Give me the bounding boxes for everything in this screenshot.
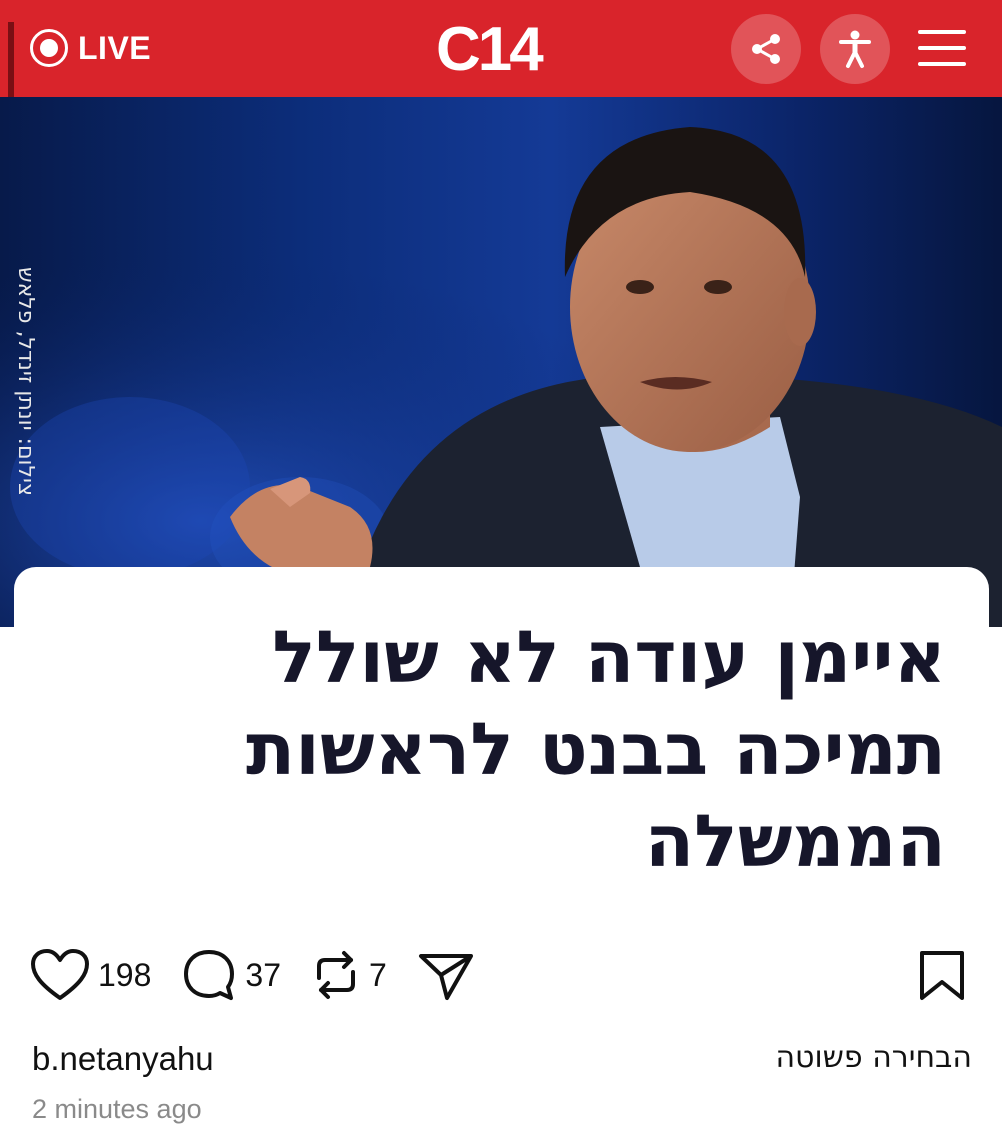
site-logo[interactable]: C14 xyxy=(436,14,544,84)
comment-icon xyxy=(184,950,235,1000)
post-caption: הבחירה פשוטה xyxy=(775,1040,972,1075)
post-timestamp: 2 minutes ago xyxy=(32,1094,202,1124)
share-icon xyxy=(752,34,780,64)
repost-count: 7 xyxy=(368,956,387,993)
post-username[interactable]: b.netanyahu xyxy=(32,1040,214,1078)
send-button[interactable] xyxy=(417,948,475,1002)
live-label: LIVE xyxy=(78,29,152,66)
repost-icon xyxy=(316,951,355,999)
live-record-icon xyxy=(30,29,68,67)
bookmark-icon[interactable] xyxy=(916,950,968,1002)
like-button[interactable]: 198 xyxy=(30,948,151,1002)
repost-button[interactable]: 7 xyxy=(311,948,387,1002)
header-edge-accent xyxy=(8,22,14,97)
comment-count: 37 xyxy=(245,956,281,993)
comment-button[interactable]: 37 xyxy=(181,947,281,1003)
accessibility-button[interactable] xyxy=(820,14,890,84)
accessibility-icon xyxy=(839,30,871,68)
article-headline[interactable]: איימן עודה לא שולל תמיכה בבנט לראשות הממ… xyxy=(86,611,946,887)
send-icon xyxy=(418,954,473,1000)
share-button[interactable] xyxy=(731,14,801,84)
heart-icon xyxy=(31,949,89,1000)
hero-image: צילום: יונתן זינדל, פלאש xyxy=(0,97,1002,627)
post-actions: 198 37 7 xyxy=(30,945,505,1005)
hamburger-menu-icon[interactable] xyxy=(918,30,966,66)
site-header: LIVE C14 xyxy=(0,0,1002,97)
headline-line: איימן עודה לא שולל xyxy=(272,615,946,699)
like-count: 198 xyxy=(98,956,152,993)
hero-photo-illustration xyxy=(0,97,1002,627)
headline-line: תמיכה בבנט לראשות xyxy=(245,707,946,791)
headline-line: הממשלה xyxy=(644,799,946,883)
live-button[interactable]: LIVE xyxy=(30,28,151,68)
